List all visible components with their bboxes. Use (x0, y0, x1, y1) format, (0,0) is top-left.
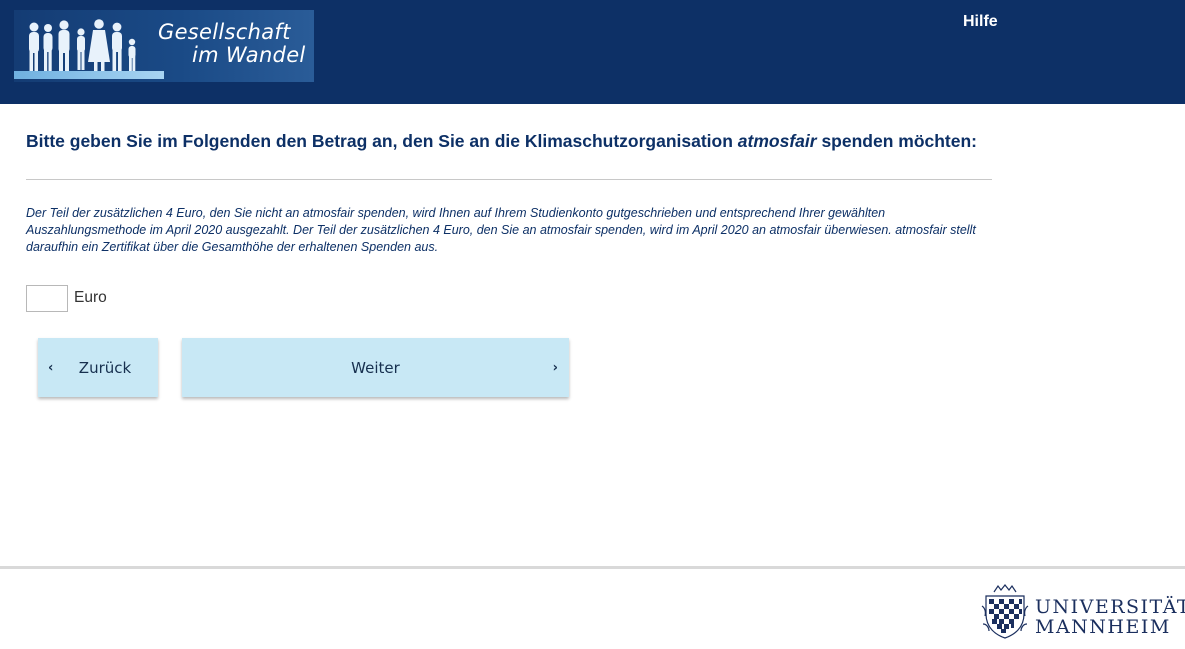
question-emphasis: atmosfair (737, 131, 817, 151)
footer-divider (0, 566, 1185, 569)
unit-label: Euro (74, 289, 107, 306)
question-suffix: spenden möchten: (816, 131, 978, 151)
chevron-right-icon: › (552, 360, 558, 375)
next-button-label: Weiter (351, 358, 400, 377)
info-text: Der Teil der zusätzlichen 4 Euro, den Si… (26, 206, 976, 254)
question-heading: Bitte geben Sie im Folgenden den Betrag … (26, 131, 986, 152)
university-name: UNIVERSITÄT MANNHEIM (1035, 597, 1185, 637)
page-header: Gesellschaft im Wandel Hilfe (0, 0, 1185, 104)
logo-line2: im Wandel (192, 43, 306, 67)
back-button[interactable]: ‹ Zurück (38, 338, 158, 397)
question-prefix: Bitte geben Sie im Folgenden den Betrag … (26, 131, 738, 151)
university-crest-icon (981, 584, 1029, 639)
amount-input[interactable] (26, 285, 68, 312)
university-line1: UNIVERSITÄT (1035, 596, 1185, 618)
university-line2: MANNHEIM (1035, 616, 1171, 638)
project-logo: Gesellschaft im Wandel (14, 10, 314, 82)
logo-text: Gesellschaft im Wandel (158, 21, 306, 67)
logo-line1: Gesellschaft (158, 20, 291, 44)
back-button-label: Zurück (78, 358, 132, 377)
divider (26, 179, 992, 180)
next-button[interactable]: Weiter › (182, 338, 569, 397)
logo-stripe (14, 71, 164, 79)
university-logo: UNIVERSITÄT MANNHEIM (980, 582, 1185, 642)
help-link[interactable]: Hilfe (963, 13, 998, 31)
